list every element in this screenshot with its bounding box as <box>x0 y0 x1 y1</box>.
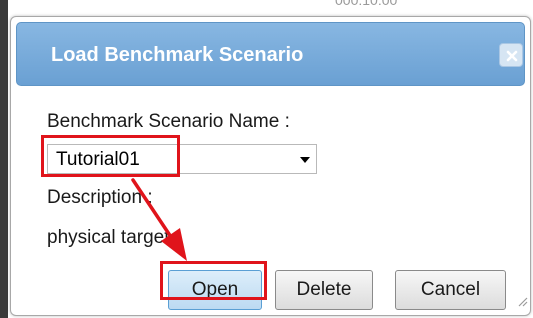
arrow-icon <box>131 178 187 261</box>
